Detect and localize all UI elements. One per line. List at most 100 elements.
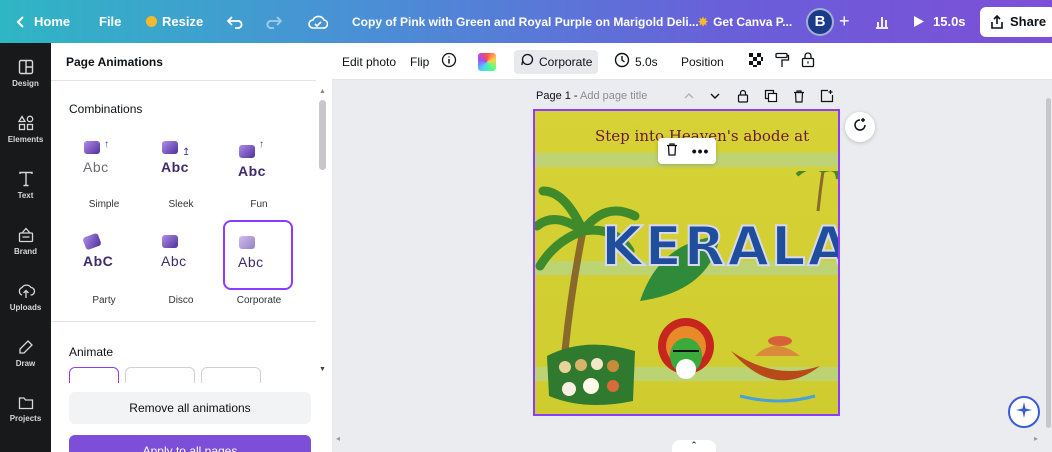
animation-card-corporate[interactable]: Abc [223, 220, 293, 290]
color-filter-button[interactable] [478, 43, 496, 80]
plus-icon: + [839, 11, 850, 31]
transparency-button[interactable] [748, 43, 764, 80]
canvas-scroll-left-icon[interactable]: ◂ [336, 434, 340, 443]
page-lock-button[interactable] [736, 89, 750, 103]
lock-icon [800, 52, 816, 71]
scroll-thumb[interactable] [1046, 98, 1051, 428]
image-icon [239, 236, 255, 249]
avatar: B [806, 7, 834, 36]
get-canva-label: Get Canva P... [713, 14, 793, 29]
animate-option[interactable] [69, 367, 119, 383]
resize-button[interactable]: Resize [146, 0, 203, 43]
apply-to-all-pages-button[interactable]: Apply to all pages [69, 435, 311, 452]
design-title-text[interactable]: KERALA [600, 214, 838, 279]
panel-divider [51, 80, 316, 81]
cloud-save-status[interactable] [308, 0, 328, 43]
layout-icon [18, 59, 34, 75]
edit-photo-button[interactable]: Edit photo [342, 43, 396, 80]
info-button[interactable] [441, 43, 457, 80]
resize-label: Resize [162, 14, 204, 29]
add-page-button[interactable] [820, 89, 834, 103]
animation-button[interactable]: Corporate [514, 43, 599, 80]
panel-scrollbar[interactable]: ▲ ▼ [316, 88, 328, 428]
rail-item-text[interactable]: Text [0, 157, 51, 213]
remove-all-label: Remove all animations [129, 401, 251, 415]
edit-photo-label: Edit photo [342, 54, 397, 69]
animation-label: Corporate [236, 295, 282, 306]
position-label: Position [681, 54, 724, 69]
animation-label: Corporate [539, 54, 593, 69]
file-menu-button[interactable]: File [99, 0, 121, 43]
rail-item-elements[interactable]: Elements [0, 101, 51, 157]
scroll-up-icon: ▲ [319, 88, 326, 95]
insights-button[interactable] [874, 0, 890, 43]
animation-card-disco[interactable]: Abc [146, 221, 216, 291]
animation-thumbnail: Abc [156, 233, 206, 279]
redo-button[interactable] [264, 0, 282, 43]
abc-sample: AbC [83, 253, 114, 269]
duration-label: 15.0s [933, 14, 966, 29]
design-illustration[interactable] [535, 171, 838, 416]
copy-style-button[interactable] [774, 43, 790, 80]
rail-item-brand[interactable]: Brand [0, 213, 51, 269]
share-button[interactable]: Share [980, 0, 1052, 43]
pages-drawer-toggle[interactable]: ⌃ [672, 440, 716, 452]
play-button[interactable]: 15.0s [913, 0, 966, 43]
scroll-thumb[interactable] [319, 100, 326, 170]
combinations-heading: Combinations [69, 102, 143, 116]
get-canva-pro-button[interactable]: ✸ Get Canva P... [698, 0, 792, 43]
page-header[interactable]: Page 1 - Add page title [536, 90, 647, 102]
animation-card-fun[interactable]: ↑ Abc [223, 127, 293, 197]
delete-page-button[interactable] [792, 89, 806, 103]
file-label: File [99, 14, 122, 29]
rail-item-label: Draw [15, 358, 36, 368]
magic-assistant-button[interactable] [1008, 396, 1040, 428]
animation-thumbnail: ↑ Abc [78, 139, 128, 185]
animation-card-party[interactable]: AbC [68, 221, 138, 291]
page-title-input[interactable]: Add page title [580, 90, 647, 102]
page-expand-button[interactable] [708, 89, 722, 103]
animation-thumbnail: ↥ Abc [156, 139, 206, 185]
clock-icon [614, 52, 630, 71]
page-collapse-button[interactable] [682, 89, 696, 103]
add-collaborator-button[interactable]: + [839, 0, 850, 43]
animation-card-simple[interactable]: ↑ Abc [68, 127, 138, 197]
rail-item-design[interactable]: Design [0, 45, 51, 101]
remove-all-animations-button[interactable]: Remove all animations [69, 392, 311, 424]
undo-button[interactable] [227, 0, 245, 43]
canvas-scrollbar[interactable] [1045, 98, 1052, 428]
redo-icon [264, 15, 282, 29]
more-options-icon[interactable]: ••• [692, 143, 710, 159]
scroll-down-icon: ▼ [319, 366, 326, 373]
home-button[interactable]: Home [16, 0, 70, 43]
animation-thumbnail: ↑ Abc [233, 139, 283, 185]
duplicate-page-button[interactable] [764, 89, 778, 103]
animation-label: Fun [250, 199, 268, 210]
share-icon [990, 14, 1004, 29]
document-title[interactable]: Copy of Pink with Green and Royal Purple… [352, 0, 699, 43]
top-bar: Home File Resize Copy of Pink with Green… [0, 0, 1052, 43]
user-avatar[interactable]: B [806, 0, 834, 43]
rail-item-draw[interactable]: Draw [0, 325, 51, 381]
abc-sample: Abc [238, 163, 266, 179]
share-label: Share [1010, 14, 1047, 29]
lock-button[interactable] [800, 43, 816, 80]
animation-label: Simple [88, 199, 120, 210]
bar-chart-icon [874, 15, 890, 29]
animation-card-sleek[interactable]: ↥ Abc [146, 127, 216, 197]
rail-item-projects[interactable]: Projects [0, 381, 51, 437]
position-button[interactable]: Position [681, 43, 724, 80]
timing-button[interactable]: 5.0s [614, 43, 658, 80]
share-button-body[interactable]: Share [980, 6, 1052, 37]
trash-icon[interactable] [665, 142, 679, 161]
animation-pill[interactable]: Corporate [514, 49, 599, 74]
rail-item-label: Uploads [9, 302, 42, 312]
animate-option[interactable] [125, 367, 195, 383]
animate-option[interactable] [201, 367, 261, 383]
animate-circle-icon [520, 53, 534, 70]
image-icon [82, 232, 102, 251]
regenerate-button[interactable] [845, 112, 875, 142]
canvas-scroll-right-icon[interactable]: ▸ [1034, 434, 1038, 443]
flip-button[interactable]: Flip [410, 43, 429, 80]
rail-item-uploads[interactable]: Uploads [0, 269, 51, 325]
